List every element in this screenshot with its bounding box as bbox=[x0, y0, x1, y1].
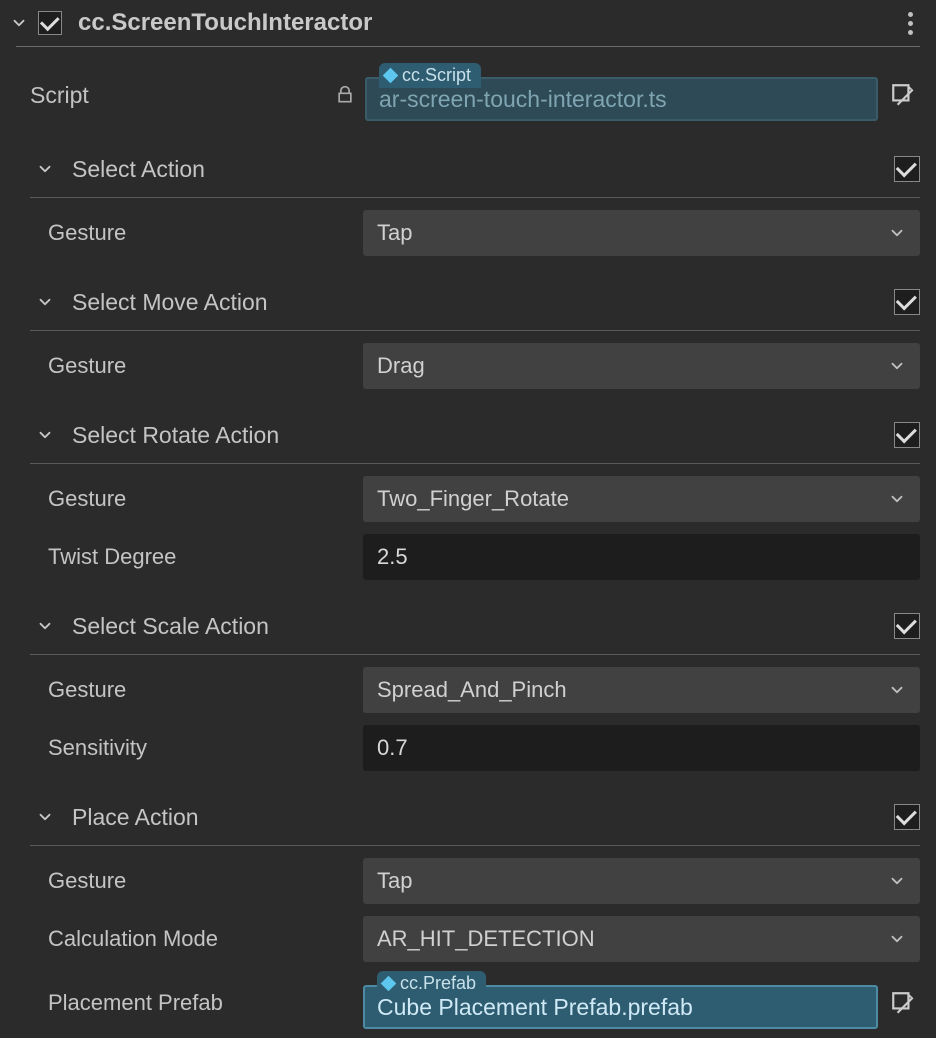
gesture-label: Gesture bbox=[48, 353, 353, 379]
section-title: Select Move Action bbox=[72, 289, 882, 316]
gesture-row: Gesture Two_Finger_Rotate bbox=[0, 470, 936, 528]
section-title: Select Scale Action bbox=[72, 613, 882, 640]
divider bbox=[30, 197, 920, 198]
gesture-label: Gesture bbox=[48, 868, 353, 894]
gesture-dropdown[interactable]: Tap bbox=[363, 858, 920, 904]
diamond-icon bbox=[381, 976, 397, 992]
chevron-down-icon bbox=[36, 808, 54, 826]
chevron-down-icon bbox=[888, 357, 906, 375]
script-row: Script cc.Script ar-screen-touch-interac… bbox=[0, 61, 936, 129]
lock-icon bbox=[335, 85, 355, 105]
sensitivity-label: Sensitivity bbox=[48, 735, 353, 761]
section-select-scale-action[interactable]: Select Scale Action bbox=[0, 600, 936, 652]
kebab-menu-icon[interactable] bbox=[900, 9, 920, 37]
gesture-row: Gesture Drag bbox=[0, 337, 936, 395]
divider bbox=[30, 463, 920, 464]
section-title: Place Action bbox=[72, 804, 882, 831]
sensitivity-input[interactable] bbox=[363, 725, 920, 771]
chevron-down-icon bbox=[36, 160, 54, 178]
chevron-down-icon bbox=[888, 490, 906, 508]
calculation-mode-dropdown[interactable]: AR_HIT_DETECTION bbox=[363, 916, 920, 962]
gesture-dropdown[interactable]: Drag bbox=[363, 343, 920, 389]
gesture-row: Gesture Tap bbox=[0, 852, 936, 910]
chevron-down-icon bbox=[888, 930, 906, 948]
divider bbox=[30, 654, 920, 655]
gesture-dropdown[interactable]: Two_Finger_Rotate bbox=[363, 476, 920, 522]
section-enable-checkbox[interactable] bbox=[894, 804, 920, 830]
placement-prefab-label: Placement Prefab bbox=[48, 990, 353, 1016]
component-header: cc.ScreenTouchInteractor bbox=[0, 0, 936, 46]
gesture-row: Gesture Spread_And_Pinch bbox=[0, 661, 936, 719]
section-enable-checkbox[interactable] bbox=[894, 422, 920, 448]
calculation-mode-label: Calculation Mode bbox=[48, 926, 353, 952]
twist-degree-row: Twist Degree bbox=[0, 528, 936, 586]
gesture-dropdown[interactable]: Tap bbox=[363, 210, 920, 256]
gesture-label: Gesture bbox=[48, 486, 353, 512]
section-enable-checkbox[interactable] bbox=[894, 613, 920, 639]
section-place-action[interactable]: Place Action bbox=[0, 791, 936, 843]
section-select-move-action[interactable]: Select Move Action bbox=[0, 276, 936, 328]
chevron-down-icon bbox=[36, 293, 54, 311]
divider bbox=[30, 845, 920, 846]
component-enable-checkbox[interactable] bbox=[38, 11, 62, 35]
script-type-tag: cc.Script bbox=[379, 63, 481, 88]
gesture-label: Gesture bbox=[48, 220, 353, 246]
placement-prefab-row: Placement Prefab cc.Prefab Cube Placemen… bbox=[0, 968, 936, 1038]
chevron-down-icon bbox=[36, 617, 54, 635]
section-enable-checkbox[interactable] bbox=[894, 289, 920, 315]
section-enable-checkbox[interactable] bbox=[894, 156, 920, 182]
section-title: Select Action bbox=[72, 156, 882, 183]
locate-asset-icon[interactable] bbox=[886, 78, 920, 112]
component-title: cc.ScreenTouchInteractor bbox=[78, 9, 890, 37]
section-select-action[interactable]: Select Action bbox=[0, 143, 936, 195]
sensitivity-row: Sensitivity bbox=[0, 719, 936, 777]
twist-degree-label: Twist Degree bbox=[48, 544, 353, 570]
diamond-icon bbox=[383, 68, 399, 84]
chevron-down-icon[interactable] bbox=[10, 14, 28, 32]
calculation-mode-row: Calculation Mode AR_HIT_DETECTION bbox=[0, 910, 936, 968]
gesture-row: Gesture Tap bbox=[0, 204, 936, 262]
chevron-down-icon bbox=[888, 681, 906, 699]
divider bbox=[30, 330, 920, 331]
locate-asset-icon[interactable] bbox=[886, 986, 920, 1020]
section-title: Select Rotate Action bbox=[72, 422, 882, 449]
prefab-type-tag: cc.Prefab bbox=[377, 971, 486, 996]
prefab-reference-field[interactable]: cc.Prefab Cube Placement Prefab.prefab bbox=[363, 977, 878, 1029]
chevron-down-icon bbox=[888, 224, 906, 242]
twist-degree-input[interactable] bbox=[363, 534, 920, 580]
section-select-rotate-action[interactable]: Select Rotate Action bbox=[0, 409, 936, 461]
gesture-dropdown[interactable]: Spread_And_Pinch bbox=[363, 667, 920, 713]
chevron-down-icon bbox=[36, 426, 54, 444]
script-reference-field[interactable]: cc.Script ar-screen-touch-interactor.ts bbox=[365, 69, 878, 121]
script-label: Script bbox=[30, 82, 325, 109]
chevron-down-icon bbox=[888, 872, 906, 890]
gesture-label: Gesture bbox=[48, 677, 353, 703]
